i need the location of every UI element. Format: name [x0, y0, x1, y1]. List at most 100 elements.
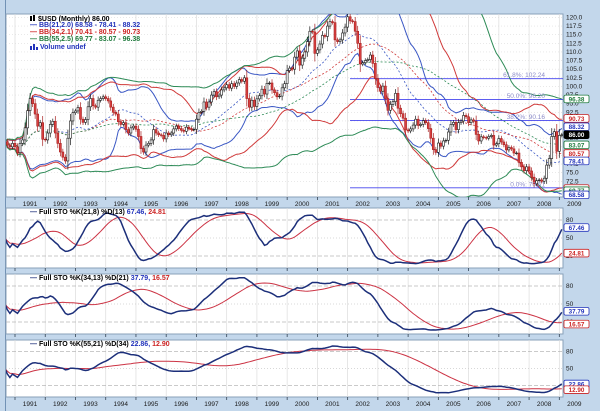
- candle-body: [422, 121, 424, 125]
- year-label: 1995: [144, 401, 159, 408]
- year-label: 1998: [234, 401, 249, 408]
- candle-body: [140, 136, 142, 148]
- candle-body: [32, 99, 34, 104]
- candle-body: [185, 127, 187, 131]
- candle-body: [425, 121, 427, 123]
- candle-body: [493, 135, 495, 145]
- candle-body: [223, 88, 225, 90]
- candle-body: [253, 100, 255, 106]
- bb-value-box-text: 83.07: [569, 142, 585, 149]
- candle-body: [410, 129, 412, 131]
- candle-body: [311, 31, 313, 32]
- year-label: 2009: [567, 201, 582, 208]
- candle-body: [95, 106, 97, 107]
- candle-body: [69, 121, 71, 138]
- candle-body: [211, 95, 213, 102]
- year-label: 2001: [325, 401, 340, 408]
- price-axis-label: 115.0: [566, 32, 582, 39]
- candle-body: [402, 114, 404, 118]
- bb-value-box-text: 88.32: [569, 124, 585, 131]
- candle-body: [74, 111, 76, 113]
- candle-body: [304, 52, 306, 58]
- candle-body: [100, 99, 102, 101]
- candle-body: [130, 128, 132, 133]
- candle-body: [213, 92, 215, 95]
- candle-body: [405, 118, 407, 130]
- candle-body: [420, 124, 422, 125]
- candle-body: [175, 126, 177, 129]
- candle-body: [470, 120, 472, 123]
- candle-body: [195, 119, 197, 129]
- candle-body: [463, 115, 465, 121]
- price-axis-label: 72.5: [566, 178, 579, 185]
- candle-body: [163, 135, 165, 138]
- candle-body: [279, 96, 281, 97]
- candle-body: [165, 133, 167, 139]
- candle-body: [155, 130, 157, 133]
- candle-body: [349, 17, 351, 21]
- candle-body: [521, 162, 523, 166]
- candle-body: [193, 129, 195, 130]
- year-label: 2003: [386, 401, 401, 408]
- candle-body: [127, 130, 129, 133]
- candle-body: [397, 93, 399, 108]
- bb-value-box-text: 68.58: [569, 192, 585, 199]
- candle-body: [90, 99, 92, 107]
- candle-body: [553, 132, 555, 137]
- legend-bb34-line: —BB(34,2.1) 70.41 - 80.57 - 90.73: [30, 29, 140, 36]
- legend-bb55-line: —BB(55,2.5) 69.77 - 83.07 - 96.38: [30, 36, 140, 43]
- candle-body: [551, 136, 553, 158]
- bb-value-box-text: 96.38: [569, 96, 585, 103]
- year-label: 1994: [113, 201, 128, 208]
- candle-body: [80, 107, 82, 119]
- candle-body: [256, 99, 258, 107]
- candle-body: [37, 114, 39, 126]
- price-axis-label: 100.0: [566, 83, 583, 90]
- candle-body: [17, 147, 19, 153]
- year-label: 1997: [204, 401, 219, 408]
- year-label: 1994: [113, 401, 128, 408]
- candle-body: [528, 167, 530, 171]
- price-axis-label: 120.0: [566, 14, 583, 21]
- panel1-label: —Full STO %K(21,8) %D(13) 67.46, 24.81: [30, 209, 166, 216]
- candle-body: [42, 123, 44, 140]
- price-axis-label: 112.5: [566, 40, 582, 47]
- year-label: 1992: [53, 201, 68, 208]
- bb34-dash-icon: —: [30, 29, 37, 36]
- year-label: 2004: [416, 401, 431, 408]
- fib-label: 0.0%: 70.61: [510, 181, 545, 188]
- legend-bb21-line: —BB(21,2.0) 68.58 - 78.41 - 88.32: [30, 22, 140, 29]
- panel3-dash-icon: —: [30, 341, 37, 348]
- candle-body: [178, 126, 180, 128]
- candle-body: [407, 130, 409, 131]
- candle-body: [243, 78, 245, 81]
- year-label: 2007: [507, 201, 522, 208]
- candle-body: [11, 143, 13, 146]
- candle-body: [206, 102, 208, 107]
- panel-d-value-box-text: 16.57: [569, 321, 585, 328]
- panel1-k-value: 67.46,: [127, 209, 146, 216]
- candle-body: [505, 145, 507, 150]
- candle-body: [556, 132, 558, 152]
- candle-body: [319, 44, 321, 50]
- candle-body: [465, 115, 467, 116]
- price-axis-label: 105.0: [566, 66, 583, 73]
- candle-body: [286, 71, 288, 84]
- candle-body: [400, 108, 402, 114]
- price-axis-label: 117.5: [566, 23, 582, 30]
- year-label: 1992: [53, 401, 68, 408]
- candle-body: [374, 63, 376, 78]
- candle-body: [412, 125, 414, 129]
- candle-body: [145, 145, 147, 152]
- bb21-dash-icon: —: [30, 22, 37, 29]
- candle-body: [231, 84, 233, 88]
- candle-body: [490, 135, 492, 136]
- candle-body: [135, 126, 137, 129]
- candle-body: [369, 55, 371, 59]
- price-axis-label: 110.0: [566, 49, 582, 56]
- year-label: 2006: [476, 401, 491, 408]
- candle-body: [125, 123, 127, 130]
- year-label: 1996: [174, 201, 189, 208]
- year-label: 1991: [23, 401, 38, 408]
- candle-body: [561, 135, 563, 136]
